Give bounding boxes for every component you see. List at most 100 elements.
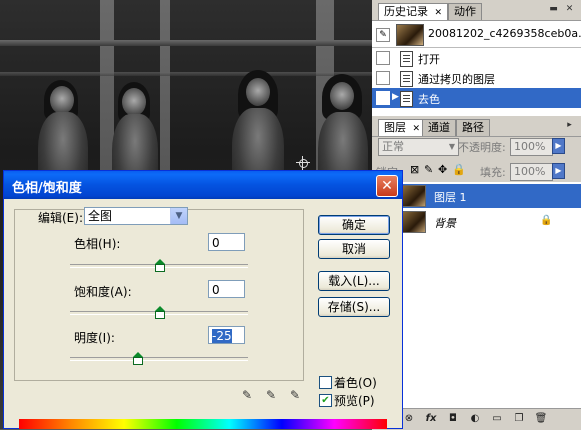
dialog-titlebar[interactable]: 色相/饱和度 ✕: [4, 171, 402, 199]
hue-slider-thumb[interactable]: [155, 259, 165, 272]
snapshot-name: 20081202_c4269358ceb0a...: [428, 27, 581, 40]
blend-mode-select[interactable]: 正常 ▼: [378, 138, 459, 156]
eyedropper-icon[interactable]: ✎: [240, 387, 254, 403]
lightness-slider-thumb[interactable]: [133, 352, 143, 365]
figure-head: [330, 82, 354, 110]
layers-panel-tabs: 图层 ✕ 通道 路径 ▸: [372, 116, 581, 137]
layer-style-icon[interactable]: fx: [424, 412, 438, 425]
tab-layers-label: 图层: [384, 121, 406, 134]
lock-paint-icon[interactable]: ✎: [424, 163, 433, 176]
state-pointer-icon: ▶: [392, 92, 399, 102]
saturation-label: 饱和度(A):: [74, 285, 132, 299]
opacity-label: 不透明度:: [458, 141, 506, 154]
lock-transparent-icon[interactable]: ⊠: [410, 163, 419, 176]
lightness-slider-track[interactable]: [70, 357, 248, 361]
load-button[interactable]: 载入(L)...: [318, 271, 390, 291]
edit-label: 编辑(E):: [38, 211, 83, 225]
link-icon[interactable]: ⊗: [402, 412, 416, 425]
opacity-field[interactable]: 100%: [510, 138, 553, 156]
fill-field[interactable]: 100%: [510, 163, 553, 181]
hue-label: 色相(H):: [74, 237, 121, 251]
history-item[interactable]: 打开: [372, 48, 581, 69]
saturation-input[interactable]: 0: [208, 280, 245, 298]
lightness-label: 明度(I):: [74, 331, 115, 345]
layer-row-background[interactable]: ◉ 背景 🔒: [372, 210, 581, 234]
history-snapshot[interactable]: ✎ 20081202_c4269358ceb0a...: [372, 21, 581, 48]
tab-actions-label: 动作: [454, 5, 476, 18]
crosshair-cursor: [296, 156, 310, 170]
new-layer-icon[interactable]: ❐: [512, 412, 526, 425]
minimize-icon[interactable]: ▬: [548, 4, 559, 15]
tab-paths[interactable]: 路径: [456, 119, 490, 136]
close-icon[interactable]: ✕: [564, 4, 575, 15]
lightness-input[interactable]: -25: [208, 326, 245, 344]
beam: [0, 40, 372, 46]
history-item-selected[interactable]: ▶ 去色: [372, 88, 581, 109]
tab-layers[interactable]: 图层 ✕: [378, 119, 427, 136]
figure-head: [246, 78, 270, 106]
layer-thumbnail: [402, 185, 426, 207]
tab-history[interactable]: 历史记录 ✕: [378, 3, 449, 20]
document-icon: [400, 51, 413, 67]
edit-select-value: 全图: [88, 209, 113, 223]
history-panel-tabs: 历史记录 ✕ 动作 ▬ ✕: [372, 0, 581, 21]
opacity-slider-button[interactable]: ▶: [552, 138, 565, 154]
history-item[interactable]: 通过拷贝的图层: [372, 68, 581, 89]
lock-all-icon[interactable]: 🔒: [452, 163, 466, 176]
tab-history-label: 历史记录: [384, 5, 428, 18]
lock-move-icon[interactable]: ✥: [438, 163, 447, 176]
history-brush-icon[interactable]: ✎: [376, 28, 390, 42]
eyedropper-plus-icon[interactable]: ✎: [264, 387, 278, 403]
history-source-checkbox[interactable]: [376, 71, 390, 85]
blend-mode-value: 正常: [382, 140, 404, 153]
trash-icon[interactable]: 🗑: [534, 412, 548, 425]
chevron-down-icon: ▼: [170, 208, 187, 224]
history-item-label: 通过拷贝的图层: [418, 73, 495, 86]
figure-head: [122, 88, 146, 116]
lightness-value: -25: [212, 329, 232, 343]
edit-select[interactable]: 全图 ▼: [84, 207, 188, 225]
adjustment-layer-icon[interactable]: ◐: [468, 412, 482, 425]
panels-dock: 历史记录 ✕ 动作 ▬ ✕ ✎ 20081202_c4269358ceb0a..…: [372, 0, 581, 430]
group-folder-icon[interactable]: ▭: [490, 412, 504, 425]
close-icon[interactable]: ✕: [435, 8, 443, 18]
layer-thumbnail: [402, 211, 426, 233]
ok-button[interactable]: 确定: [318, 215, 390, 235]
fill-label: 填充:: [480, 166, 506, 179]
layer-name: 背景: [434, 217, 456, 230]
colorize-checkbox[interactable]: [319, 376, 332, 389]
preview-checkbox[interactable]: ✔: [319, 394, 332, 407]
tab-paths-label: 路径: [462, 121, 484, 134]
panel-menu-icon[interactable]: ▸: [564, 120, 575, 131]
document-icon: [400, 71, 413, 87]
history-item-label: 去色: [418, 93, 440, 106]
saturation-slider-thumb[interactable]: [155, 306, 165, 319]
document-icon: [400, 91, 413, 107]
close-button[interactable]: ✕: [376, 175, 398, 197]
tab-actions[interactable]: 动作: [448, 3, 482, 20]
hue-spectrum-bar: [19, 419, 387, 429]
dialog-title: 色相/饱和度: [12, 181, 82, 196]
history-source-checkbox[interactable]: [376, 51, 390, 65]
layer-row-layer1[interactable]: ◉ 图层 1: [372, 184, 581, 208]
tab-channels-label: 通道: [428, 121, 450, 134]
eyedropper-minus-icon[interactable]: ✎: [288, 387, 302, 403]
hue-input[interactable]: 0: [208, 233, 245, 251]
history-list-blank: [372, 108, 581, 116]
save-button[interactable]: 存储(S)...: [318, 297, 390, 317]
hue-saturation-dialog: 色相/饱和度 ✕ 编辑(E): 全图 ▼ 色相(H): 0 饱和度(A): 0 …: [3, 170, 403, 429]
adjustment-group: [14, 209, 304, 381]
tab-channels[interactable]: 通道: [422, 119, 456, 136]
lock-icon: 🔒: [540, 215, 553, 226]
colorize-label[interactable]: 着色(O): [334, 374, 377, 391]
figure-head: [50, 86, 74, 114]
beam: [0, 72, 372, 76]
mask-icon[interactable]: ◘: [446, 412, 460, 425]
cancel-button[interactable]: 取消: [318, 239, 390, 259]
preview-label[interactable]: 预览(P): [334, 392, 375, 409]
history-item-label: 打开: [418, 53, 440, 66]
close-icon[interactable]: ✕: [413, 124, 421, 134]
history-source-checkbox[interactable]: [376, 91, 390, 105]
fill-slider-button[interactable]: ▶: [552, 163, 565, 179]
layer-name: 图层 1: [434, 191, 467, 204]
